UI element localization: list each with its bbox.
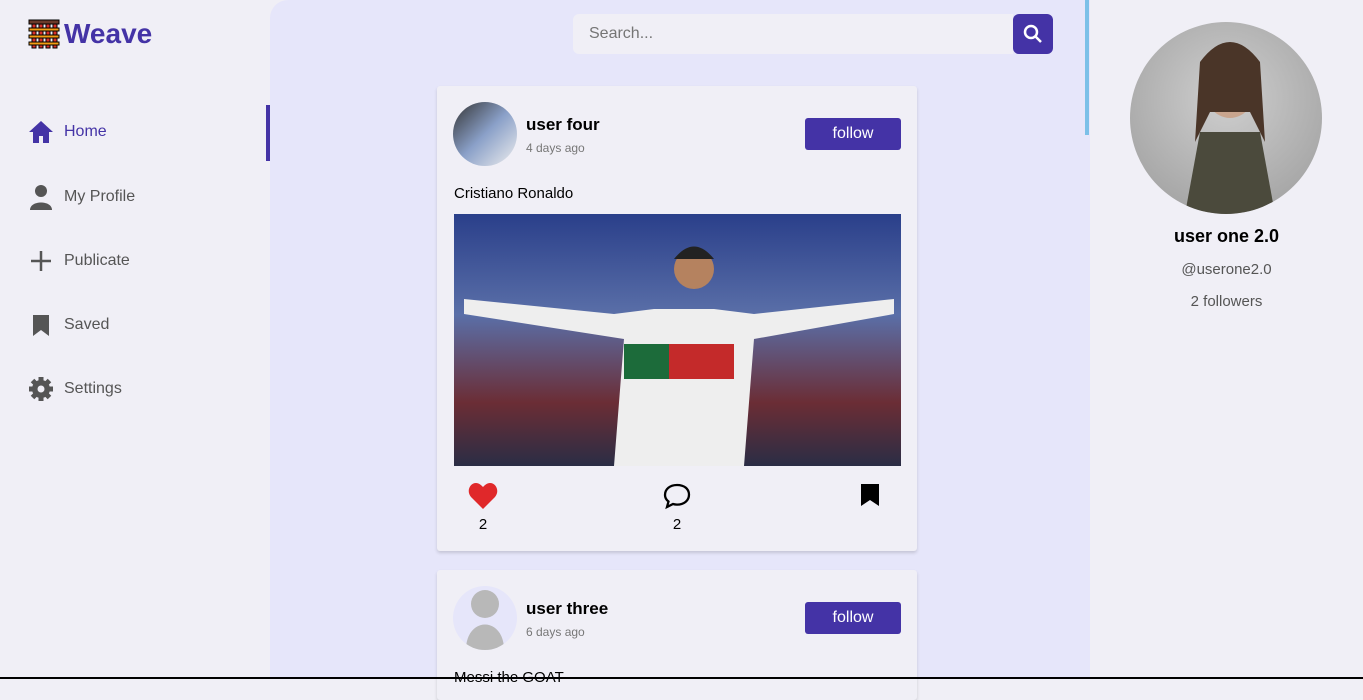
gear-icon	[29, 377, 53, 401]
comment-button[interactable]: 2	[662, 482, 692, 533]
search-icon	[1023, 24, 1042, 43]
nav-publicate[interactable]: Publicate	[28, 248, 130, 274]
post-card: user three 6 days ago follow Messi the G…	[437, 570, 917, 700]
nav-settings[interactable]: Settings	[28, 376, 122, 402]
like-count: 2	[478, 516, 488, 533]
post-username[interactable]: user four	[526, 115, 600, 135]
scrollbar[interactable]	[1085, 0, 1089, 135]
follow-button[interactable]: follow	[805, 118, 901, 150]
search-input[interactable]	[573, 14, 1013, 54]
comment-count: 2	[672, 516, 682, 533]
search-button[interactable]	[1013, 14, 1053, 54]
nav-home[interactable]: Home	[28, 120, 107, 144]
bookmark-icon	[861, 484, 879, 506]
follow-button[interactable]: follow	[805, 602, 901, 634]
plus-icon	[31, 251, 51, 271]
profile-panel: user one 2.0 @userone2.0 2 followers	[1090, 0, 1363, 679]
profile-handle: @userone2.0	[1181, 261, 1272, 278]
post-image	[454, 214, 901, 466]
home-icon	[29, 121, 53, 143]
avatar[interactable]	[453, 586, 517, 650]
post-time: 6 days ago	[526, 625, 585, 639]
weave-logo-icon	[28, 19, 60, 49]
nav-label: Publicate	[64, 252, 130, 269]
post-caption: Cristiano Ronaldo	[454, 185, 574, 202]
save-post-button[interactable]	[859, 482, 881, 508]
nav-label: My Profile	[64, 188, 136, 205]
nav-label: Saved	[64, 316, 110, 333]
post-time: 4 days ago	[526, 141, 585, 155]
profile-name: user one 2.0	[1173, 226, 1280, 246]
bookmark-icon	[33, 315, 49, 336]
app-name: Weave	[64, 18, 153, 49]
user-icon	[30, 185, 52, 210]
sidebar: Weave Home My Profile Publicate Saved Se…	[0, 0, 270, 679]
nav-label: Home	[64, 123, 107, 140]
heart-icon	[468, 483, 498, 509]
comment-icon	[663, 483, 691, 510]
post-username[interactable]: user three	[526, 599, 608, 619]
avatar[interactable]	[453, 102, 517, 166]
profile-avatar[interactable]	[1130, 22, 1322, 214]
logo[interactable]: Weave	[28, 18, 152, 50]
post-card: user four 4 days ago follow Cristiano Ro…	[437, 86, 917, 551]
nav-my-profile[interactable]: My Profile	[28, 184, 135, 210]
like-button[interactable]: 2	[468, 482, 498, 533]
profile-followers[interactable]: 2 followers	[1090, 293, 1363, 310]
nav-label: Settings	[64, 380, 122, 397]
nav-saved[interactable]: Saved	[28, 312, 109, 338]
